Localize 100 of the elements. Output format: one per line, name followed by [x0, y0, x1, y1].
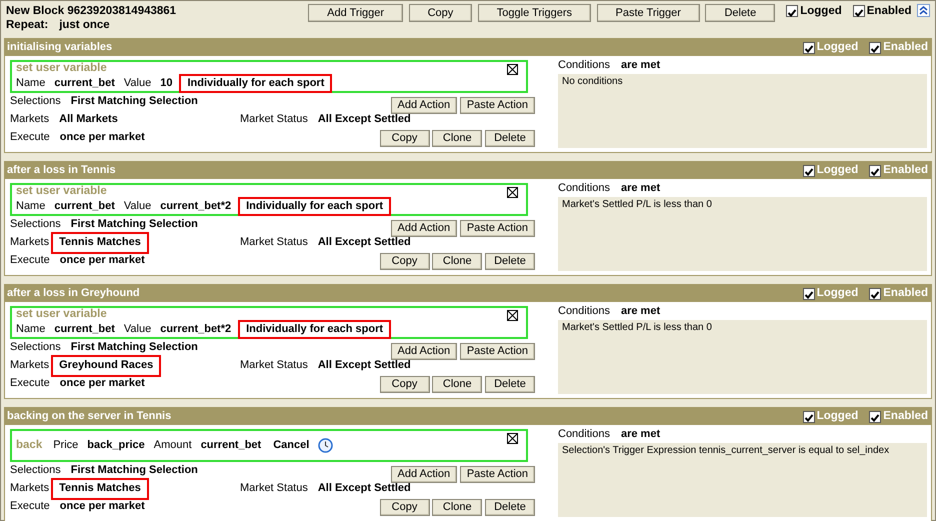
- field-value: First Matching Selection: [70, 95, 198, 109]
- field-value: Individually for each sport: [181, 76, 330, 90]
- checkbox[interactable]: [869, 42, 882, 54]
- trigger-title: backing on the server in Tennis: [7, 410, 172, 424]
- button[interactable]: Copy: [380, 252, 430, 270]
- field-label: Execute: [10, 131, 50, 145]
- checkbox-label: Logged: [816, 409, 858, 424]
- repeat-label: Repeat:: [6, 18, 48, 33]
- repeat-value: just once: [59, 18, 110, 33]
- close-icon[interactable]: [507, 433, 518, 444]
- checkbox[interactable]: [869, 288, 882, 300]
- field-value: once per market: [60, 254, 145, 268]
- field-value: current_bet: [53, 200, 116, 212]
- checkbox[interactable]: [802, 410, 815, 422]
- field-value: current_bet: [53, 76, 116, 90]
- checkbox-label: Enabled: [883, 163, 928, 178]
- button[interactable]: Clone: [432, 130, 482, 146]
- block-title: New Block 96239203814943861: [6, 4, 176, 18]
- button[interactable]: Paste Action: [460, 96, 535, 114]
- field-value: 10: [159, 76, 174, 90]
- button[interactable]: Clone: [432, 376, 482, 392]
- collapse-icon[interactable]: [917, 4, 930, 17]
- button[interactable]: Delete: [485, 498, 535, 516]
- field-value: First Matching Selection: [70, 464, 198, 478]
- checkbox-label: Logged: [800, 4, 842, 18]
- condition-text: Market's Settled P/L is less than 0: [562, 322, 713, 334]
- close-icon[interactable]: [507, 64, 518, 75]
- button[interactable]: Add Action: [390, 342, 458, 360]
- action-title: set user variable: [16, 308, 108, 321]
- field-value: once per market: [60, 131, 145, 145]
- field-value: First Matching Selection: [70, 218, 198, 232]
- checkbox[interactable]: [786, 5, 798, 18]
- button[interactable]: Add Action: [390, 466, 458, 482]
- field-label: Amount: [154, 439, 192, 452]
- field-value: All Except Settled: [318, 359, 411, 373]
- field-label: Execute: [10, 254, 50, 268]
- field-value: back_price: [86, 439, 146, 452]
- field-label: Markets: [10, 482, 50, 496]
- field-label: Execute: [10, 377, 50, 391]
- button[interactable]: Delete: [705, 4, 776, 22]
- field-label: Market Status: [240, 236, 308, 250]
- field-label: Market Status: [240, 482, 308, 496]
- button[interactable]: Paste Action: [460, 220, 535, 236]
- field-value: current_bet: [53, 322, 116, 336]
- conditions-label: Conditions: [558, 305, 610, 319]
- trigger-title: after a loss in Tennis: [7, 164, 116, 178]
- checkbox[interactable]: [802, 164, 815, 176]
- field-value: All Except Settled: [318, 236, 411, 250]
- button[interactable]: Paste Action: [460, 466, 535, 482]
- button[interactable]: Copy: [380, 376, 430, 392]
- button[interactable]: Delete: [485, 130, 535, 146]
- action-title: set user variable: [16, 185, 108, 198]
- checkbox[interactable]: [852, 5, 865, 18]
- conditions-value: are met: [620, 59, 660, 73]
- button[interactable]: Copy: [380, 498, 430, 516]
- button[interactable]: Delete: [485, 252, 535, 270]
- field-value: First Matching Selection: [70, 341, 198, 355]
- field-label: Selections: [10, 341, 61, 355]
- field-label: Value: [124, 76, 152, 90]
- checkbox[interactable]: [869, 164, 882, 176]
- condition-text: Market's Settled P/L is less than 0: [562, 198, 713, 212]
- checkbox-label: Enabled: [883, 409, 928, 424]
- field-label: Markets: [10, 236, 50, 250]
- close-icon[interactable]: [507, 310, 518, 321]
- button[interactable]: Delete: [485, 376, 535, 392]
- field-label: Name: [16, 76, 46, 90]
- conditions-value: are met: [620, 182, 660, 196]
- action-title: set user variable: [16, 62, 108, 75]
- checkbox[interactable]: [869, 410, 882, 422]
- conditions-value: are met: [620, 428, 660, 442]
- field-value: once per market: [60, 377, 145, 391]
- field-value: Greyhound Races: [53, 357, 160, 375]
- field-value: current_bet*2: [159, 200, 232, 212]
- field-value: once per market: [60, 500, 145, 514]
- button[interactable]: Add Trigger: [308, 4, 404, 22]
- field-value: current_bet*2: [159, 322, 232, 336]
- button[interactable]: Toggle Triggers: [478, 4, 592, 22]
- conditions-label: Conditions: [558, 182, 610, 196]
- field-value: Individually for each sport: [240, 322, 390, 336]
- trigger-title: initialising variables: [7, 40, 112, 54]
- button[interactable]: Copy: [408, 4, 472, 22]
- field-label: Execute: [10, 500, 50, 514]
- checkbox-label: Logged: [816, 40, 858, 55]
- button[interactable]: Copy: [380, 130, 430, 146]
- trigger-title: after a loss in Greyhound: [7, 286, 140, 300]
- close-icon[interactable]: [507, 187, 518, 198]
- checkbox[interactable]: [802, 288, 815, 300]
- button[interactable]: Add Action: [390, 220, 458, 236]
- button[interactable]: Clone: [432, 252, 482, 270]
- button[interactable]: Paste Action: [460, 342, 535, 360]
- field-label: Markets: [10, 113, 50, 127]
- field-label: Value: [124, 200, 152, 212]
- field-label: Selections: [10, 464, 61, 478]
- button[interactable]: Paste Trigger: [596, 4, 700, 22]
- field-value: Tennis Matches: [53, 480, 147, 498]
- button[interactable]: Add Action: [390, 96, 458, 114]
- field-value: All Markets: [59, 113, 118, 127]
- field-label: Selections: [10, 95, 61, 109]
- button[interactable]: Clone: [432, 498, 482, 516]
- checkbox[interactable]: [802, 42, 815, 54]
